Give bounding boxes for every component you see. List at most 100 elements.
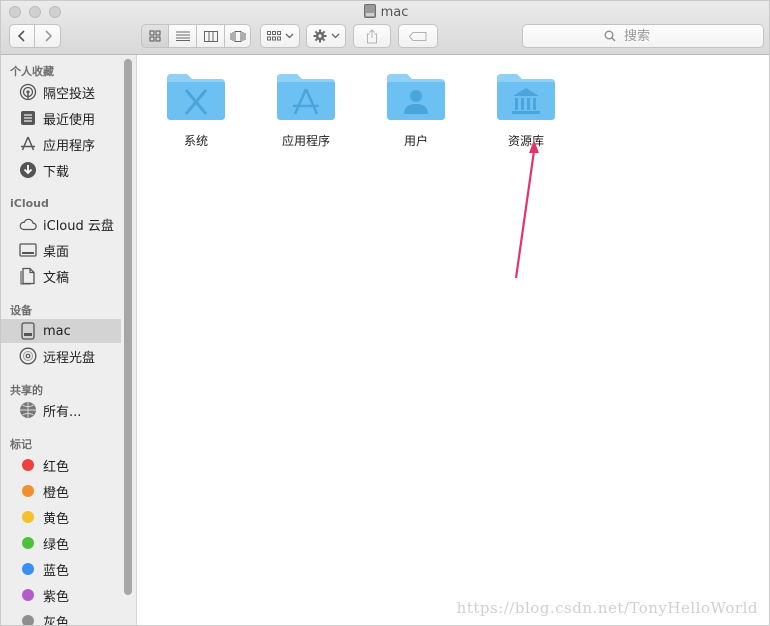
sidebar-item-label: 下载 [43, 164, 70, 180]
search-icon [604, 30, 616, 42]
downloads-icon [19, 161, 37, 179]
optical-disc-icon [19, 347, 37, 365]
toolbar: mac [1, 1, 769, 55]
sidebar-item-recents[interactable]: 最近使用 [1, 106, 121, 130]
sidebar: 个人收藏 隔空投送 最近使用 应用程序 下载 iCloud iCloud 云盘 … [1, 55, 137, 626]
grid-icon [149, 30, 161, 42]
section-shared-header: 共享的 [10, 384, 43, 397]
hard-disk-icon [363, 4, 376, 18]
sidebar-item-label: 灰色 [43, 615, 70, 626]
sidebar-item-mac[interactable]: mac [1, 319, 121, 343]
share-button[interactable] [353, 24, 391, 48]
window-title: mac [380, 5, 409, 20]
recents-icon [19, 109, 37, 127]
section-devices-header: 设备 [10, 304, 32, 317]
sidebar-item-documents[interactable]: 文稿 [1, 264, 121, 288]
folder-label: 系统 [183, 134, 208, 148]
folder-library[interactable]: 资源库 [481, 70, 571, 160]
sidebar-item-label: 桌面 [43, 244, 70, 260]
sidebar-scrollbar[interactable] [124, 59, 132, 595]
sidebar-tag-blue[interactable]: 蓝色 [1, 557, 121, 581]
users-folder-icon [387, 74, 445, 120]
list-icon [175, 31, 190, 41]
sidebar-item-label: 所有... [43, 404, 82, 420]
chevron-down-icon [331, 33, 339, 39]
sidebar-tag-red[interactable]: 红色 [1, 453, 121, 477]
section-tags-header: 标记 [10, 438, 32, 451]
folder-label: 应用程序 [281, 134, 330, 148]
cover-flow-icon [230, 30, 245, 42]
folder-label: 用户 [403, 134, 428, 148]
sidebar-item-label: iCloud 云盘 [43, 218, 114, 234]
tag-color-dot [22, 537, 34, 549]
sidebar-tag-gray[interactable]: 灰色 [1, 609, 121, 626]
sidebar-item-label: 橙色 [43, 485, 70, 501]
watermark: https://blog.csdn.net/TonyHelloWorld [456, 599, 758, 617]
gear-icon [313, 29, 326, 43]
tag-icon [409, 31, 427, 41]
cloud-icon [19, 215, 37, 233]
sidebar-item-label: mac [43, 323, 71, 339]
folder-system[interactable]: 系统 [151, 70, 241, 160]
airdrop-icon [19, 83, 37, 101]
search-input[interactable] [622, 27, 682, 45]
tag-color-dot [22, 589, 34, 601]
sidebar-item-label: 红色 [43, 459, 70, 475]
tag-color-dot [22, 511, 34, 523]
chevron-right-icon [44, 30, 52, 42]
sidebar-item-label: 绿色 [43, 537, 70, 553]
sidebar-tag-yellow[interactable]: 黄色 [1, 505, 121, 529]
file-browser-content: 系统 应用程序 用户 资源库 https://blog.csdn.net/Ton… [138, 56, 769, 625]
back-button[interactable] [9, 24, 35, 48]
sidebar-item-remote-disc[interactable]: 远程光盘 [1, 344, 121, 368]
sidebar-item-all-shared[interactable]: 所有... [1, 398, 121, 422]
library-folder-icon [497, 74, 555, 120]
columns-icon [203, 30, 218, 42]
sidebar-item-label: 应用程序 [43, 138, 96, 154]
list-view-button[interactable] [169, 24, 197, 48]
sidebar-item-label: 远程光盘 [43, 350, 96, 366]
sidebar-item-label: 紫色 [43, 589, 70, 605]
column-view-button[interactable] [197, 24, 225, 48]
tags-button[interactable] [398, 24, 438, 48]
sidebar-item-desktop[interactable]: 桌面 [1, 238, 121, 262]
section-icloud-header: iCloud [10, 197, 49, 210]
chevron-left-icon [17, 30, 25, 42]
applications-folder-icon [277, 74, 335, 120]
desktop-icon [19, 241, 37, 259]
sidebar-tag-purple[interactable]: 紫色 [1, 583, 121, 607]
sidebar-item-applications[interactable]: 应用程序 [1, 132, 121, 156]
sidebar-item-label: 文稿 [43, 270, 70, 286]
search-field[interactable] [522, 24, 764, 48]
tag-color-dot [22, 615, 34, 625]
sidebar-item-label: 最近使用 [43, 112, 96, 128]
chevron-down-icon [285, 33, 293, 39]
tag-color-dot [22, 485, 34, 497]
forward-button[interactable] [35, 24, 61, 48]
folder-label: 资源库 [507, 134, 544, 148]
action-menu-button[interactable] [306, 24, 346, 48]
sidebar-item-label: 蓝色 [43, 563, 70, 579]
folder-users[interactable]: 用户 [371, 70, 461, 160]
applications-icon [19, 135, 37, 153]
sidebar-item-airdrop[interactable]: 隔空投送 [1, 80, 121, 104]
sidebar-item-label: 隔空投送 [43, 86, 96, 102]
documents-icon [19, 267, 37, 285]
arrange-grid-icon [266, 31, 281, 41]
finder-window: mac 搜索 个人收藏 隔空投送 最近使用 应用程序 下载 iCloud iCl… [0, 0, 770, 626]
sidebar-item-icloud-drive[interactable]: iCloud 云盘 [1, 212, 121, 236]
section-favorites-header: 个人收藏 [10, 65, 54, 78]
system-folder-icon [167, 74, 225, 120]
tag-color-dot [22, 563, 34, 575]
tag-color-dot [22, 459, 34, 471]
sidebar-item-downloads[interactable]: 下载 [1, 158, 121, 182]
folder-applications[interactable]: 应用程序 [261, 70, 351, 160]
cover-flow-view-button[interactable] [225, 24, 251, 48]
arrange-menu-button[interactable] [260, 24, 300, 48]
network-icon [19, 401, 37, 419]
window-title-bar: mac [1, 4, 769, 22]
hard-disk-icon [19, 322, 37, 340]
sidebar-tag-green[interactable]: 绿色 [1, 531, 121, 555]
sidebar-tag-orange[interactable]: 橙色 [1, 479, 121, 503]
icon-view-button[interactable] [141, 24, 169, 48]
